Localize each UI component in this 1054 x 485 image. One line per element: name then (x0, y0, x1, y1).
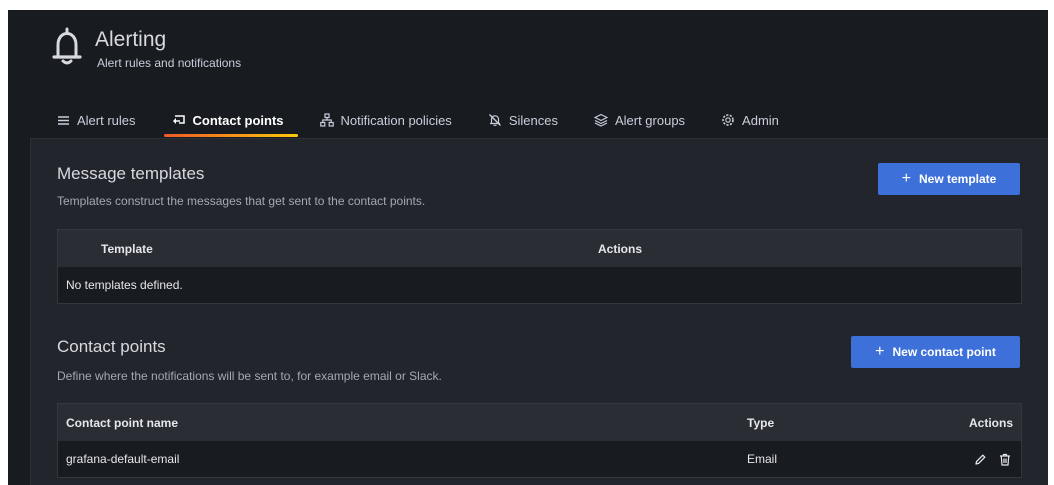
contact-points-title: Contact points (57, 337, 166, 356)
contact-point-name: grafana-default-email (66, 452, 180, 466)
list-icon (56, 113, 70, 127)
contact-point-type: Email (747, 452, 778, 466)
empty-message: No templates defined. (66, 278, 183, 292)
contact-points-table: Contact point name Type Actions grafana-… (57, 403, 1022, 478)
tab-label: Silences (508, 112, 558, 128)
layer-group-icon (593, 113, 608, 127)
bell-slash-icon (488, 113, 502, 127)
comment-alt-share-icon (172, 113, 186, 127)
tab-admin[interactable]: Admin (721, 108, 779, 132)
new-template-label: New template (918, 172, 997, 186)
column-header-name: Contact point name (66, 415, 179, 430)
table-row: grafana-default-email Email (58, 441, 1021, 477)
templates-description: Templates construct the messages that ge… (57, 194, 426, 208)
table-header: Contact point name Type Actions (58, 404, 1021, 441)
tab-label: Alert groups (614, 112, 686, 128)
tab-contact-points[interactable]: Contact points (163, 108, 298, 137)
trash-icon[interactable] (999, 453, 1011, 466)
app-frame: Alerting Alert rules and notifications A… (8, 10, 1048, 485)
tab-label: Contact points (192, 112, 284, 128)
sitemap-icon (319, 113, 334, 127)
pen-icon[interactable] (974, 453, 987, 466)
tab-label: Notification policies (340, 112, 452, 128)
cog-icon (721, 113, 735, 127)
tab-notification-policies[interactable]: Notification policies (319, 108, 452, 132)
tab-label: Admin (742, 112, 779, 128)
tab-label: Alert rules (77, 112, 136, 128)
tab-silences[interactable]: Silences (488, 108, 558, 132)
column-header-template: Template (101, 241, 153, 256)
bell-icon (52, 27, 82, 65)
new-contact-point-label: New contact point (892, 345, 996, 359)
page-title: Alerting (95, 28, 167, 51)
column-header-actions: Actions (598, 241, 643, 256)
new-template-button[interactable]: + New template (878, 163, 1020, 195)
content-panel: Message templates Templates construct th… (30, 138, 1048, 485)
column-header-actions: Actions (968, 415, 1013, 430)
plus-icon: + (901, 170, 911, 187)
plus-icon: + (875, 343, 885, 360)
table-header: Template Actions (58, 230, 1021, 267)
templates-table: Template Actions No templates defined. (57, 229, 1022, 304)
empty-row: No templates defined. (58, 267, 1021, 303)
tab-alert-groups[interactable]: Alert groups (593, 108, 686, 132)
contact-points-description: Define where the notifications will be s… (57, 369, 442, 383)
row-actions (974, 441, 1011, 477)
column-header-type: Type (747, 415, 775, 430)
tab-alert-rules[interactable]: Alert rules (56, 108, 136, 132)
page-subtitle: Alert rules and notifications (97, 56, 242, 70)
tab-bar: Alert rules Contact points Notification … (56, 108, 815, 138)
templates-title: Message templates (57, 164, 205, 183)
new-contact-point-button[interactable]: + New contact point (851, 336, 1020, 368)
